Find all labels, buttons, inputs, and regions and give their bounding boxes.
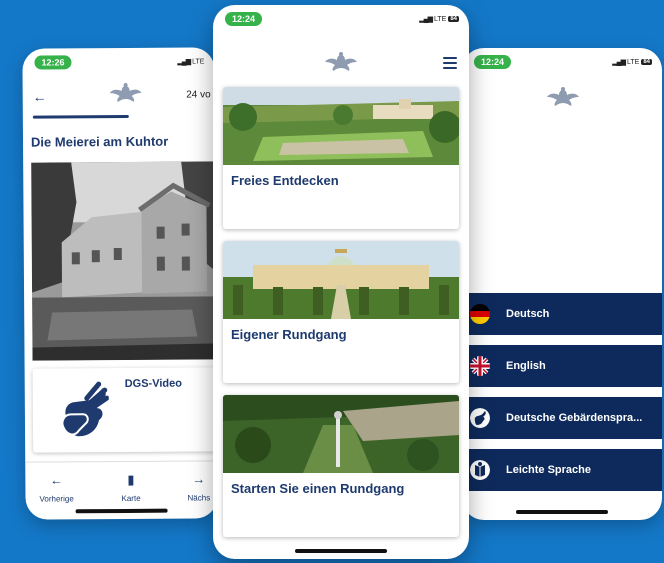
easy-language-icon [470, 460, 490, 480]
eagle-logo-icon [547, 87, 579, 106]
language-button-dgs[interactable]: Deutsche Gebärdenspra... [462, 397, 662, 439]
card-title: Eigener Rundgang [231, 327, 347, 342]
status-time: 12:24 [225, 12, 263, 26]
status-time: 12:26 [34, 55, 72, 70]
battery-icon: 84 [448, 16, 459, 22]
card-starten-rundgang[interactable]: Starten Sie einen Rundgang [223, 395, 459, 537]
app-header: ← 24 vo [23, 82, 215, 114]
network-indicator: ▂▄▆ LTE 84 [612, 58, 652, 66]
sign-language-icon [470, 408, 490, 428]
status-bar: 12:26 ▂▄▆ LTE [34, 53, 204, 70]
right-phone-screen: 12:24 ▂▄▆ LTE 84 Deutsch English Deutsche … [462, 48, 662, 520]
signal-icon: ▂▄▆ [419, 16, 433, 23]
language-button-deutsch[interactable]: Deutsch [462, 293, 662, 335]
meierei-photo [31, 161, 217, 361]
map-icon: ▮ [127, 471, 135, 487]
network-indicator: ▂▄▆ LTE 84 [419, 15, 459, 23]
signal-icon: ▂▄▆ [612, 59, 626, 66]
aerial-park-photo [223, 395, 459, 473]
german-flag-icon [470, 304, 490, 324]
card-title: Freies Entdecken [231, 173, 339, 188]
card-eigener-rundgang[interactable]: Eigener Rundgang [223, 241, 459, 383]
left-phone-screen: 12:26 ▂▄▆ LTE ← 24 vo Die Meierei am Kuht… [22, 47, 218, 520]
dgs-video-label: DGS-Video [124, 377, 183, 390]
home-indicator [516, 510, 608, 514]
network-indicator: ▂▄▆ LTE [177, 57, 205, 66]
status-bar: 12:24 ▂▄▆ LTE 84 [225, 11, 459, 27]
map-button[interactable]: ▮ Karte [121, 472, 140, 506]
battery-icon: 84 [641, 59, 652, 65]
park-garden-photo [223, 87, 459, 165]
card-freies-entdecken[interactable]: Freies Entdecken [223, 87, 459, 229]
language-button-leichte-sprache[interactable]: Leichte Sprache [462, 449, 662, 491]
arrow-right-icon: → [192, 471, 206, 487]
home-indicator [75, 508, 168, 514]
arrow-left-icon: ← [49, 472, 64, 488]
sign-language-hands-icon [61, 381, 110, 437]
hamburger-menu-icon[interactable] [443, 57, 457, 72]
page-title: Die Meierei am Kuhtor [30, 133, 169, 150]
eagle-logo-icon [109, 82, 142, 103]
status-time: 12:24 [474, 55, 512, 69]
home-indicator [295, 549, 387, 553]
palace-photo [223, 241, 459, 319]
dgs-video-card[interactable]: DGS-Video [32, 367, 218, 453]
previous-button[interactable]: ← Vorherige [39, 472, 73, 506]
uk-flag-icon [470, 356, 490, 376]
next-button[interactable]: → Nächs [187, 471, 210, 505]
tab-underline [32, 114, 129, 119]
card-title: Starten Sie einen Rundgang [231, 481, 405, 496]
eagle-logo-icon [325, 52, 357, 71]
status-bar: 12:24 ▂▄▆ LTE 84 [474, 54, 652, 70]
language-button-english[interactable]: English [462, 345, 662, 387]
center-phone-screen: 12:24 ▂▄▆ LTE 84 Freies Entdecken Eigene… [213, 5, 469, 559]
signal-icon: ▂▄▆ [177, 58, 191, 66]
page-indicator: 24 vo [186, 89, 211, 101]
back-arrow-icon[interactable]: ← [33, 89, 47, 105]
